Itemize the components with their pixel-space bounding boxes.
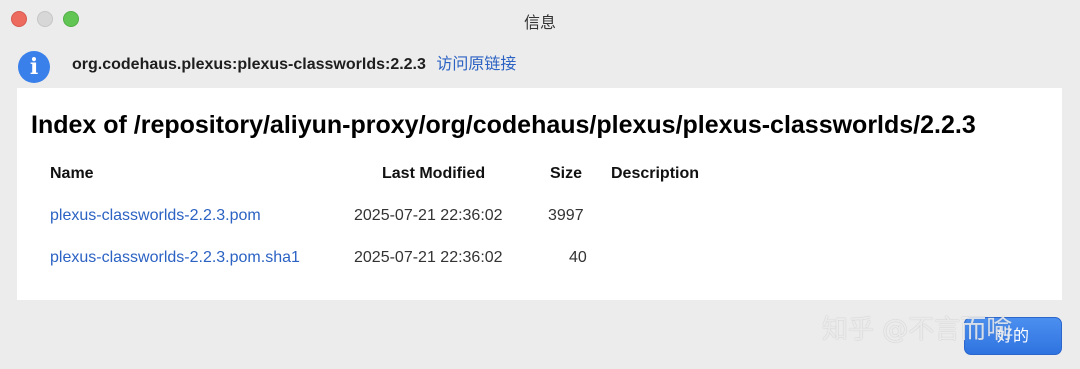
file-last-modified: 2025-07-21 22:36:02 (354, 249, 503, 266)
file-link[interactable]: plexus-classworlds-2.2.3.pom (50, 207, 261, 225)
column-header-name: Name (50, 165, 94, 182)
artifact-header: org.codehaus.plexus:plexus-classworlds:2… (72, 50, 516, 74)
artifact-coordinates: org.codehaus.plexus:plexus-classworlds:2… (72, 56, 426, 73)
window-title: 信息 (523, 13, 556, 32)
file-link[interactable]: plexus-classworlds-2.2.3.pom.sha1 (50, 249, 300, 267)
column-header-description: Description (611, 165, 700, 182)
column-header-size: Size (550, 165, 583, 182)
visit-original-link[interactable]: 访问原链接 (436, 54, 516, 73)
index-title: Index of /repository/aliyun-proxy/org/co… (31, 111, 976, 139)
file-size: 3997 (548, 207, 584, 224)
file-size: 40 (569, 249, 587, 266)
directory-listing-panel: Index of /repository/aliyun-proxy/org/co… (17, 88, 1062, 300)
info-icon: i (18, 51, 50, 83)
column-header-last-modified: Last Modified (382, 165, 486, 182)
info-dialog-window: 信息 i org.codehaus.plexus:plexus-classwor… (0, 0, 1080, 369)
file-last-modified: 2025-07-21 22:36:02 (354, 207, 503, 224)
ok-button[interactable]: 好的 (964, 317, 1062, 355)
title-bar: 信息 (0, 0, 1080, 36)
